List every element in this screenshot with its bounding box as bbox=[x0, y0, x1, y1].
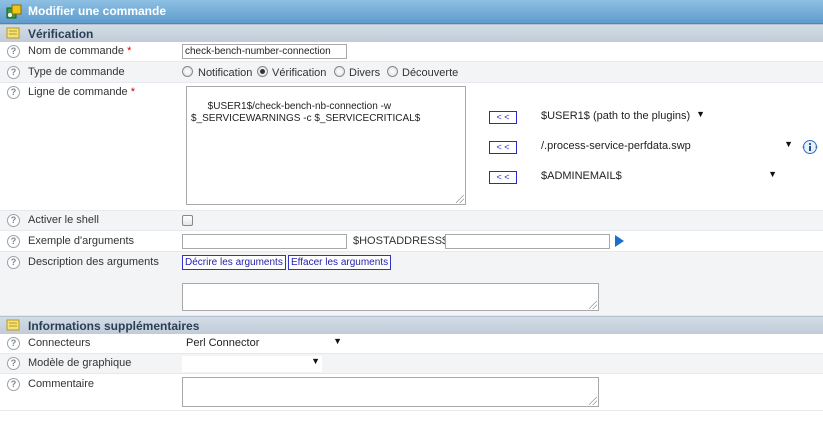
connectors-select-value: Perl Connector bbox=[186, 337, 260, 349]
command-line-text: $USER1$/check-bench-nb-connection -w $_S… bbox=[191, 101, 421, 124]
args-description-textarea[interactable] bbox=[182, 283, 599, 311]
resize-grip-icon[interactable] bbox=[456, 195, 464, 203]
help-icon[interactable]: ? bbox=[7, 378, 20, 391]
connectors-label: Connecteurs bbox=[28, 337, 91, 349]
page-title: Modifier une commande bbox=[28, 4, 167, 18]
section-verification: Vérification bbox=[0, 24, 823, 43]
section-title: Informations supplémentaires bbox=[28, 319, 200, 333]
help-icon[interactable]: ? bbox=[7, 66, 20, 79]
note-icon bbox=[6, 27, 20, 39]
command-line-label: Ligne de commande * bbox=[28, 86, 136, 98]
chevron-down-icon: ▼ bbox=[311, 356, 320, 366]
help-icon[interactable]: ? bbox=[7, 357, 20, 370]
radio-notification[interactable] bbox=[182, 66, 193, 77]
radio-decouverte[interactable] bbox=[387, 66, 398, 77]
row-command-type: ? Type de commande Notification Vérifica… bbox=[0, 62, 823, 83]
row-command-line: ? Ligne de commande * $USER1$/check-benc… bbox=[0, 83, 823, 211]
host-address-input[interactable] bbox=[445, 234, 610, 249]
args-example-input[interactable] bbox=[182, 234, 347, 249]
args-description-label: Description des arguments bbox=[28, 256, 159, 268]
macro-select-adminemail[interactable]: $ADMINEMAIL$ ▼ bbox=[537, 169, 779, 185]
commands-icon bbox=[6, 4, 22, 19]
command-line-textarea[interactable]: $USER1$/check-bench-nb-connection -w $_S… bbox=[186, 86, 466, 205]
enable-shell-label: Activer le shell bbox=[28, 214, 99, 226]
insert-macro-button-1[interactable]: < < bbox=[489, 111, 517, 124]
section-extra-info: Informations supplémentaires bbox=[0, 316, 823, 335]
macro-select-value: $USER1$ (path to the plugins) bbox=[541, 110, 691, 122]
radio-divers-label: Divers bbox=[349, 67, 381, 79]
resize-grip-icon[interactable] bbox=[589, 397, 597, 405]
radio-verification-label: Vérification bbox=[272, 67, 327, 79]
comment-label: Commentaire bbox=[28, 378, 95, 390]
row-graph-template: ? Modèle de graphique ▼ bbox=[0, 354, 823, 374]
macro-select-value: $ADMINEMAIL$ bbox=[541, 170, 622, 182]
row-enable-shell: ? Activer le shell bbox=[0, 211, 823, 231]
help-icon[interactable]: ? bbox=[7, 214, 20, 227]
help-icon[interactable]: ? bbox=[7, 337, 20, 350]
radio-decouverte-label: Découverte bbox=[402, 67, 459, 79]
macro-select-value: /.process-service-perfdata.swp bbox=[541, 140, 691, 152]
row-connectors: ? Connecteurs Perl Connector ▼ bbox=[0, 334, 823, 354]
macro-select-perfdata[interactable]: /.process-service-perfdata.swp ▼ bbox=[537, 139, 795, 155]
chevron-down-icon: ▼ bbox=[696, 109, 705, 119]
describe-args-button[interactable]: Décrire les arguments bbox=[182, 255, 286, 270]
radio-notification-label: Notification bbox=[198, 67, 253, 79]
clear-args-button[interactable]: Effacer les arguments bbox=[288, 255, 392, 270]
help-icon[interactable]: ? bbox=[7, 86, 20, 99]
help-icon[interactable]: ? bbox=[7, 235, 20, 248]
connectors-select[interactable]: Perl Connector ▼ bbox=[182, 336, 344, 352]
title-bar: Modifier une commande bbox=[0, 0, 823, 24]
command-name-label: Nom de commande * bbox=[28, 45, 132, 57]
section-title: Vérification bbox=[28, 27, 94, 41]
insert-macro-button-2[interactable]: < < bbox=[489, 141, 517, 154]
enable-shell-checkbox[interactable] bbox=[182, 215, 193, 226]
graph-template-label: Modèle de graphique bbox=[28, 357, 132, 369]
host-address-label: $HOSTADDRESS$ bbox=[353, 235, 449, 247]
radio-verification[interactable] bbox=[257, 66, 268, 77]
resize-grip-icon[interactable] bbox=[589, 301, 597, 309]
chevron-down-icon: ▼ bbox=[784, 139, 793, 149]
args-example-label: Exemple d'arguments bbox=[28, 235, 135, 247]
play-icon[interactable] bbox=[615, 235, 624, 247]
chevron-down-icon: ▼ bbox=[768, 169, 777, 179]
modify-command-form: Modifier une commande Vérification ? Nom… bbox=[0, 0, 823, 417]
help-icon[interactable]: ? bbox=[7, 45, 20, 58]
insert-macro-button-3[interactable]: < < bbox=[489, 171, 517, 184]
macro-select-user1[interactable]: $USER1$ (path to the plugins) ▼ bbox=[537, 109, 707, 125]
graph-template-select[interactable]: ▼ bbox=[182, 356, 322, 372]
row-command-name: ? Nom de commande * check-bench-number-c… bbox=[0, 42, 823, 62]
command-type-label: Type de commande bbox=[28, 66, 125, 78]
radio-divers[interactable] bbox=[334, 66, 345, 77]
row-args-example: ? Exemple d'arguments $HOSTADDRESS$ bbox=[0, 231, 823, 252]
chevron-down-icon: ▼ bbox=[333, 336, 342, 346]
note-icon bbox=[6, 319, 20, 331]
info-icon[interactable] bbox=[802, 139, 818, 155]
help-icon[interactable]: ? bbox=[7, 256, 20, 269]
row-args-description: ? Description des arguments Décrire les … bbox=[0, 252, 823, 316]
row-comment: ? Commentaire bbox=[0, 374, 823, 411]
command-name-input[interactable]: check-bench-number-connection bbox=[182, 44, 347, 59]
comment-textarea[interactable] bbox=[182, 377, 599, 407]
